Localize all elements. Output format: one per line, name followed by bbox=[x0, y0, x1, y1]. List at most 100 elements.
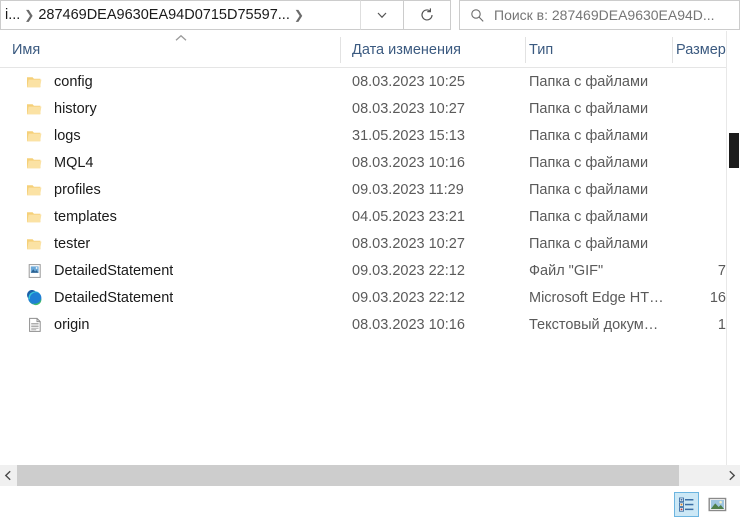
file-name-cell[interactable]: DetailedStatement bbox=[0, 284, 340, 311]
file-date-cell: 31.05.2023 15:13 bbox=[352, 127, 465, 144]
file-size-cell bbox=[672, 95, 730, 122]
file-size-cell bbox=[672, 122, 730, 149]
file-type-cell: Папка с файлами bbox=[529, 127, 649, 144]
folder-icon bbox=[27, 184, 42, 195]
horizontal-scrollbar-track[interactable] bbox=[17, 465, 723, 486]
file-icon-wrapper bbox=[24, 288, 46, 308]
file-type-cell: Microsoft Edge HT… bbox=[529, 289, 664, 306]
file-name-label: tester bbox=[54, 235, 91, 252]
address-history-dropdown[interactable] bbox=[360, 0, 403, 30]
folder-icon bbox=[27, 76, 42, 87]
file-size-cell bbox=[672, 230, 730, 257]
file-row[interactable]: tester 08.03.2023 10:27 Папка с файлами bbox=[0, 230, 740, 257]
file-icon-wrapper bbox=[24, 234, 46, 254]
file-date-cell: 08.03.2023 10:16 bbox=[352, 316, 465, 333]
column-header-size[interactable]: Размер bbox=[672, 31, 734, 68]
file-size-cell bbox=[672, 149, 730, 176]
breadcrumb-separator-end-icon[interactable]: ❯ bbox=[292, 1, 306, 29]
file-row[interactable]: config 08.03.2023 10:25 Папка с файлами bbox=[0, 68, 740, 95]
file-row[interactable]: history 08.03.2023 10:27 Папка с файлами bbox=[0, 95, 740, 122]
refresh-button[interactable] bbox=[403, 0, 451, 30]
scroll-left-button[interactable] bbox=[0, 465, 17, 486]
file-row[interactable]: DetailedStatement 09.03.2023 22:12 Файл "G… bbox=[0, 257, 740, 284]
file-name-cell[interactable]: DetailedStatement bbox=[0, 257, 340, 284]
toolbar: i... ❯ 287469DEA9630EA94D0715D75597... ❯ bbox=[0, 0, 740, 30]
file-date-cell: 09.03.2023 11:29 bbox=[352, 181, 464, 198]
file-type-cell: Папка с файлами bbox=[529, 181, 649, 198]
column-header-row: Имя Дата изменения Тип Размер bbox=[0, 31, 740, 68]
file-row[interactable]: MQL4 08.03.2023 10:16 Папка с файлами bbox=[0, 149, 740, 176]
thumbnail-view-button[interactable] bbox=[705, 492, 730, 517]
vertical-scrollbar-thumb[interactable] bbox=[729, 133, 739, 168]
file-name-label: DetailedStatement bbox=[54, 289, 174, 306]
file-name-label: logs bbox=[54, 127, 81, 144]
search-icon bbox=[460, 8, 494, 23]
scroll-right-button[interactable] bbox=[723, 465, 740, 486]
file-list[interactable]: config 08.03.2023 10:25 Папка с файлами his… bbox=[0, 68, 740, 467]
file-name-label: templates bbox=[54, 208, 117, 225]
file-name-label: origin bbox=[54, 316, 90, 333]
chevron-right-icon bbox=[729, 470, 736, 481]
horizontal-scrollbar-thumb[interactable] bbox=[17, 465, 679, 486]
file-name-label: DetailedStatement bbox=[54, 262, 174, 279]
column-header-type[interactable]: Тип bbox=[525, 31, 672, 68]
file-name-label: profiles bbox=[54, 181, 101, 198]
file-explorer-window: i... ❯ 287469DEA9630EA94D0715D75597... ❯ bbox=[0, 0, 740, 522]
breadcrumb-current[interactable]: 287469DEA9630EA94D0715D75597... bbox=[36, 1, 292, 29]
folder-icon bbox=[27, 157, 42, 168]
file-date-cell: 09.03.2023 22:12 bbox=[352, 262, 465, 279]
sort-ascending-icon bbox=[175, 34, 187, 41]
file-name-cell[interactable]: MQL4 bbox=[0, 149, 340, 176]
file-row[interactable]: profiles 09.03.2023 11:29 Папка с файлами bbox=[0, 176, 740, 203]
file-name-cell[interactable]: history bbox=[0, 95, 340, 122]
details-view-button[interactable] bbox=[674, 491, 699, 517]
file-icon-wrapper bbox=[24, 99, 46, 119]
file-type-cell: Файл "GIF" bbox=[529, 262, 604, 279]
file-size-cell: 16 bbox=[709, 289, 726, 306]
file-name-cell[interactable]: logs bbox=[0, 122, 340, 149]
file-type-cell: Папка с файлами bbox=[529, 154, 649, 171]
file-size-cell: 1 bbox=[717, 316, 726, 333]
column-header-date-modified[interactable]: Дата изменения bbox=[340, 31, 525, 68]
file-icon-wrapper bbox=[24, 72, 46, 92]
file-name-label: config bbox=[54, 73, 93, 90]
gif-file-icon bbox=[28, 263, 41, 278]
file-name-label: MQL4 bbox=[54, 154, 94, 171]
search-box[interactable]: Поиск в: 287469DEA9630EA94D... bbox=[459, 0, 740, 30]
breadcrumb-root[interactable]: i... bbox=[3, 1, 22, 29]
status-bar bbox=[0, 486, 740, 522]
file-type-cell: Папка с файлами bbox=[529, 235, 649, 252]
folder-icon bbox=[27, 238, 42, 249]
address-bar[interactable]: i... ❯ 287469DEA9630EA94D0715D75597... ❯ bbox=[0, 0, 360, 30]
file-name-cell[interactable]: tester bbox=[0, 230, 340, 257]
file-size-cell bbox=[672, 176, 730, 203]
file-row[interactable]: origin 08.03.2023 10:16 Текстовый докум… 1 bbox=[0, 311, 740, 338]
file-type-cell: Папка с файлами bbox=[529, 208, 649, 225]
file-name-label: history bbox=[54, 100, 97, 117]
refresh-icon bbox=[421, 8, 433, 21]
folder-icon bbox=[27, 103, 42, 114]
file-date-cell: 08.03.2023 10:16 bbox=[352, 154, 465, 171]
file-date-cell: 09.03.2023 22:12 bbox=[352, 289, 465, 306]
file-name-cell[interactable]: profiles bbox=[0, 176, 340, 203]
file-row[interactable]: templates 04.05.2023 23:21 Папка с файлами bbox=[0, 203, 740, 230]
file-row[interactable]: logs 31.05.2023 15:13 Папка с файлами bbox=[0, 122, 740, 149]
file-name-cell[interactable]: origin bbox=[0, 311, 340, 338]
horizontal-scrollbar[interactable] bbox=[0, 465, 740, 486]
file-date-cell: 08.03.2023 10:27 bbox=[352, 235, 465, 252]
file-date-cell: 08.03.2023 10:25 bbox=[352, 73, 465, 90]
column-header-name[interactable]: Имя bbox=[0, 31, 340, 68]
file-name-cell[interactable]: templates bbox=[0, 203, 340, 230]
file-name-cell[interactable]: config bbox=[0, 68, 340, 95]
file-type-cell: Текстовый докум… bbox=[529, 316, 659, 333]
thumbnail-view-icon bbox=[708, 497, 727, 511]
file-row[interactable]: DetailedStatement 09.03.2023 22:12 Microso… bbox=[0, 284, 740, 311]
vertical-scrollbar[interactable] bbox=[726, 31, 740, 467]
file-icon-wrapper bbox=[24, 180, 46, 200]
chevron-left-icon bbox=[4, 470, 11, 481]
details-view-icon bbox=[679, 497, 694, 512]
file-size-cell bbox=[672, 68, 730, 95]
file-type-cell: Папка с файлами bbox=[529, 100, 649, 117]
text-file-icon bbox=[29, 317, 41, 332]
file-date-cell: 04.05.2023 23:21 bbox=[352, 208, 465, 225]
